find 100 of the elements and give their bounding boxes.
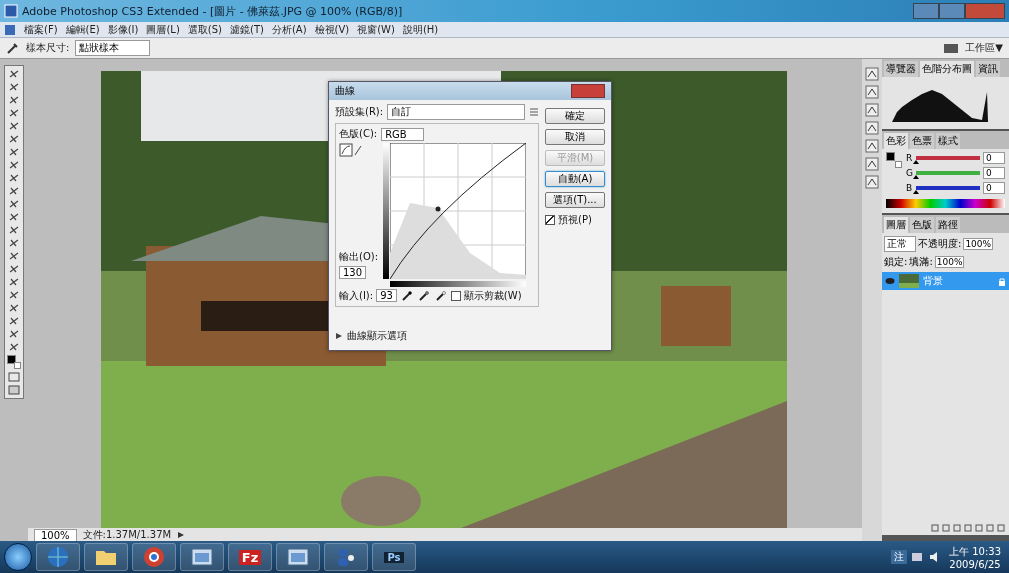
- taskbar-app-button[interactable]: [84, 543, 128, 571]
- preset-dropdown[interactable]: 自訂: [387, 104, 525, 120]
- preview-checkbox[interactable]: [545, 215, 555, 225]
- curve-tool-icon: [339, 143, 363, 157]
- menu-item[interactable]: 編輯(E): [65, 22, 100, 37]
- tool-icon: [8, 121, 20, 131]
- channel-value-field[interactable]: 0: [983, 182, 1005, 194]
- panel-tab[interactable]: 圖層: [884, 217, 908, 233]
- menu-item[interactable]: 濾鏡(T): [230, 22, 264, 37]
- input-label: 輸入(I):: [339, 289, 374, 303]
- tool-icon: [8, 251, 20, 261]
- show-clipping-label: 顯示剪裁(W): [463, 289, 522, 303]
- panel-tab[interactable]: 資訊: [976, 61, 1000, 77]
- dialog-button[interactable]: 選項(T)...: [545, 192, 605, 208]
- slider-thumb[interactable]: [913, 175, 919, 179]
- opacity-field[interactable]: 100%: [963, 238, 994, 250]
- tool-icon: [8, 134, 20, 144]
- dialog-title: 曲線: [335, 84, 355, 98]
- sample-size-dropdown[interactable]: 點狀樣本: [75, 40, 151, 56]
- window-icon: [191, 548, 213, 566]
- fill-field[interactable]: 100%: [934, 256, 965, 268]
- dialog-button[interactable]: 確定: [545, 108, 605, 124]
- quick-mask-icon: [8, 372, 20, 382]
- sample-size-label: 樣本尺寸:: [26, 41, 70, 55]
- eyedropper-icon: [418, 291, 429, 301]
- tool-icon: [8, 108, 20, 118]
- menu-item[interactable]: 選取(S): [187, 22, 222, 37]
- foreground-color-swatch[interactable]: [7, 355, 16, 364]
- tool-icon: [8, 173, 20, 183]
- channel-value-field[interactable]: 0: [983, 167, 1005, 179]
- menu-item[interactable]: 影像(I): [107, 22, 139, 37]
- tool-icon: [8, 186, 20, 196]
- round-logo-icon: [143, 546, 165, 568]
- eyedropper-icon: [435, 291, 446, 301]
- channel-value-field[interactable]: 0: [983, 152, 1005, 164]
- tool-icon: [8, 160, 20, 170]
- panel-tab[interactable]: 色版: [910, 217, 934, 233]
- menu-item[interactable]: 說明(H): [402, 22, 439, 37]
- panel-tab[interactable]: 路徑: [936, 217, 960, 233]
- taskbar-app-button[interactable]: Ps: [372, 543, 416, 571]
- tool-icon: [8, 225, 20, 235]
- blend-mode-dropdown[interactable]: 正常: [884, 236, 916, 252]
- channel-letter: G: [906, 168, 913, 178]
- eyedropper-icon: [6, 41, 20, 55]
- zoom-field[interactable]: 100%: [34, 528, 77, 542]
- fill-label: 填滿:: [909, 255, 933, 269]
- document-info: 文件:1.37M/1.37M: [82, 528, 172, 542]
- arrow-icon: [177, 531, 186, 539]
- input-field[interactable]: 93: [376, 289, 397, 302]
- tool-icon: [8, 303, 20, 313]
- foreground-color-swatch[interactable]: [886, 152, 895, 161]
- curve-display-options-toggle[interactable]: 曲線顯示選項: [347, 329, 407, 343]
- output-label: 輸出(O):: [339, 250, 379, 264]
- app-icon: [4, 23, 16, 36]
- panel-tab[interactable]: 導覽器: [884, 61, 918, 77]
- tool-icon: [8, 82, 20, 92]
- tool-icon: [8, 277, 20, 287]
- panel-tab[interactable]: 色彩: [884, 133, 908, 149]
- taskbar-app-button[interactable]: [132, 543, 176, 571]
- clock-time: 上午 10:33: [949, 544, 1001, 559]
- maximize-button[interactable]: [939, 3, 965, 19]
- taskbar-app-button[interactable]: Fz: [228, 543, 272, 571]
- taskbar-app-button[interactable]: [276, 543, 320, 571]
- preview-label: 預視(P): [558, 213, 592, 227]
- eye-icon: [885, 277, 895, 285]
- background-color-swatch[interactable]: [14, 362, 21, 369]
- show-clipping-checkbox[interactable]: [450, 291, 461, 301]
- layer-name: 背景: [923, 274, 944, 288]
- background-color-swatch[interactable]: [895, 161, 902, 168]
- channel-letter: R: [906, 153, 913, 163]
- menu-item[interactable]: 視窗(W): [357, 22, 395, 37]
- tool-icon: [8, 69, 20, 79]
- input-method-indicator[interactable]: 注: [891, 550, 907, 564]
- slider-thumb[interactable]: [913, 160, 919, 164]
- workspace-icon: [943, 42, 960, 54]
- panel-tab[interactable]: 色階分布圖: [920, 61, 974, 77]
- menu-item[interactable]: 檔案(F): [24, 22, 58, 37]
- preset-options-icon: [529, 107, 539, 117]
- color-spectrum-bar[interactable]: [886, 199, 1005, 208]
- channel-letter: B: [906, 183, 913, 193]
- eyedropper-icon: [401, 291, 412, 301]
- menu-item[interactable]: 分析(A): [271, 22, 307, 37]
- tool-icon: [8, 316, 20, 326]
- start-button[interactable]: [4, 543, 32, 571]
- output-field[interactable]: 130: [339, 266, 367, 279]
- taskbar-app-button[interactable]: [324, 543, 368, 571]
- panel-tab[interactable]: 樣式: [936, 133, 960, 149]
- menu-item[interactable]: 檢視(V): [314, 22, 350, 37]
- panel-tab[interactable]: 色票: [910, 133, 934, 149]
- dialog-button[interactable]: 自動(A): [545, 171, 605, 187]
- tool-icon: [8, 342, 20, 352]
- dialog-button[interactable]: 取消: [545, 129, 605, 145]
- taskbar-app-button[interactable]: [180, 543, 224, 571]
- menu-item[interactable]: 圖層(L): [146, 22, 180, 37]
- lock-label: 鎖定:: [884, 255, 908, 269]
- channel-dropdown[interactable]: RGB: [381, 127, 424, 141]
- workspace-button[interactable]: 工作區▼: [965, 41, 1003, 55]
- window-icon: [287, 548, 309, 566]
- minimize-button[interactable]: [913, 3, 939, 19]
- slider-thumb[interactable]: [913, 190, 919, 194]
